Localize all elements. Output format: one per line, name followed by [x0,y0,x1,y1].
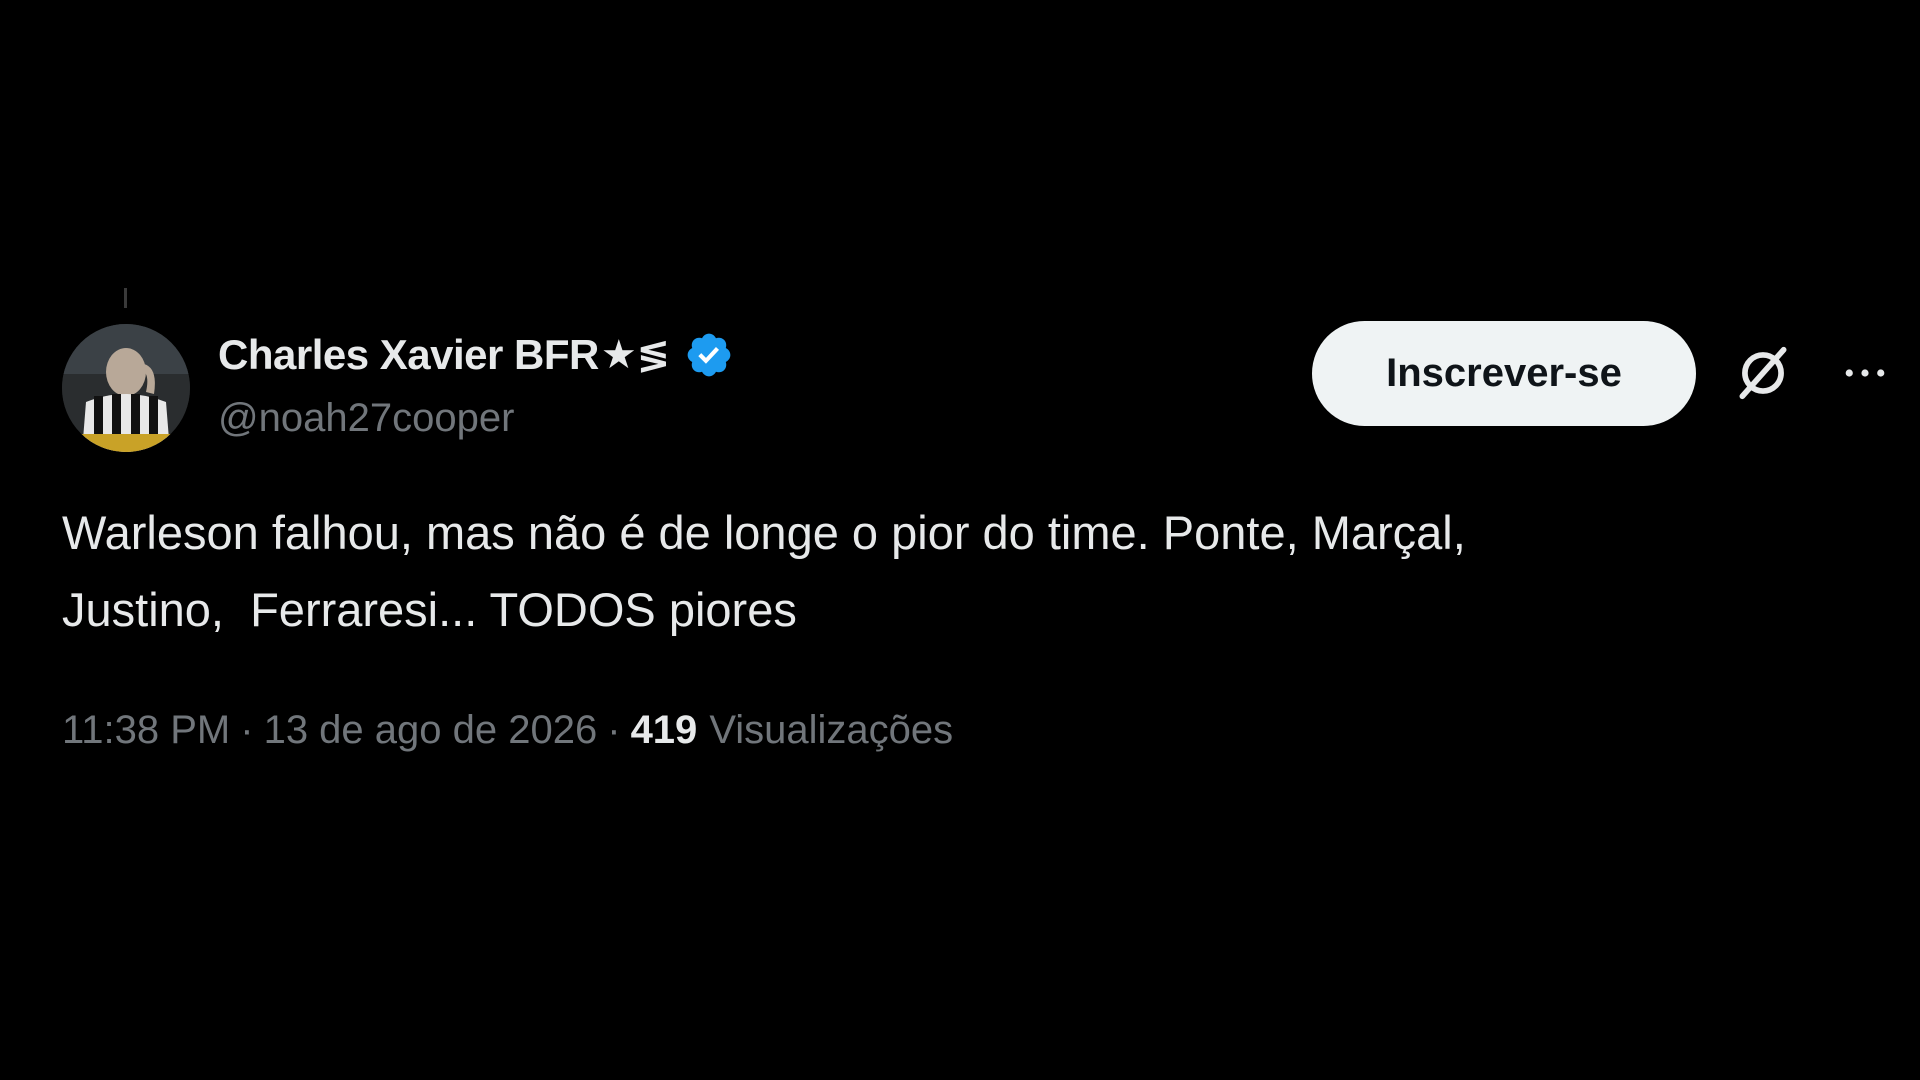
tweet-text: Warleson falhou, mas não é de longe o pi… [62,506,1466,636]
subscribe-button[interactable]: Inscrever-se [1312,321,1696,426]
thread-connector-line [124,288,127,308]
verified-badge-icon[interactable] [684,330,734,380]
author-display-name[interactable]: Charles Xavier BFR [218,331,599,379]
views-count[interactable]: 419 [631,708,698,753]
author-name-row[interactable]: Charles Xavier BFR ★≶ [218,330,734,380]
meta-separator: · [607,708,621,752]
more-icon[interactable] [1838,346,1892,400]
tweet-meta: 11:38 PM · 13 de ago de 2026 · 419 Visua… [62,708,953,753]
avatar[interactable] [62,324,190,452]
grok-icon[interactable] [1732,342,1794,404]
author-handle[interactable]: @noah27cooper [218,396,514,441]
author-name-emoji: ★≶ [600,333,671,377]
tweet-time[interactable]: 11:38 PM [62,708,230,753]
views-label[interactable]: Visualizações [709,708,953,753]
tweet-date[interactable]: 13 de ago de 2026 [264,708,598,753]
tweet-card: Charles Xavier BFR ★≶ @noah27cooper Insc… [62,288,1885,788]
meta-separator: · [240,708,254,752]
avatar-image [62,324,190,452]
